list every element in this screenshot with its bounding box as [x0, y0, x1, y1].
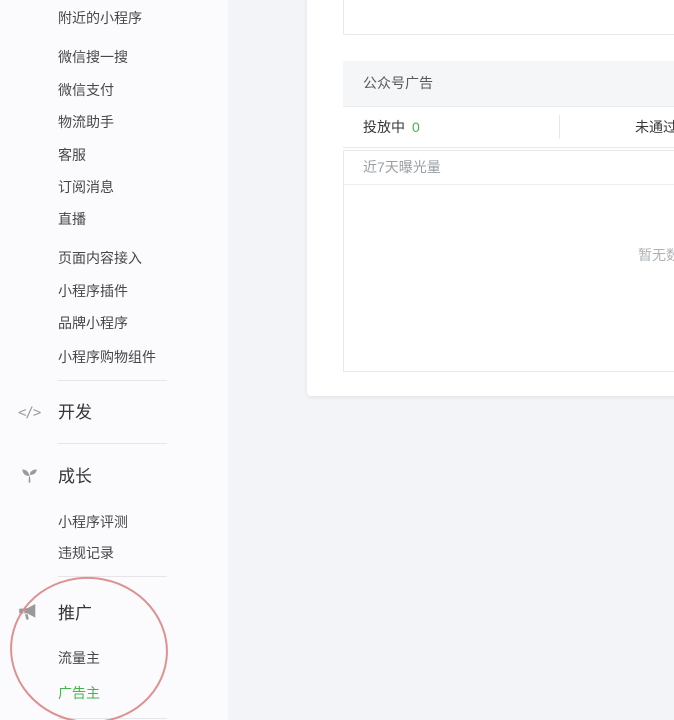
- ads-stats-row: 投放中 0 未通过: [343, 107, 674, 148]
- megaphone-icon: [18, 604, 39, 626]
- stat-not-approved-label: 未通过: [635, 119, 674, 135]
- sidebar-item-brand-mini-program[interactable]: 品牌小程序: [58, 312, 128, 334]
- wechat-mp-admin-screen: 附近的小程序 微信搜一搜 微信支付 物流助手 客服 订阅消息 直播 页面内容接入…: [0, 0, 674, 720]
- sidebar-item-violation-records[interactable]: 违规记录: [58, 542, 114, 564]
- sidebar-item-wechat-search[interactable]: 微信搜一搜: [58, 46, 128, 68]
- panel-header: 公众号广告: [343, 61, 674, 107]
- sidebar-item-page-content-access[interactable]: 页面内容接入: [58, 247, 142, 269]
- sidebar-item-mini-program-plugin[interactable]: 小程序插件: [58, 280, 128, 302]
- stat-divider: [559, 115, 560, 139]
- sidebar-divider: [58, 380, 167, 381]
- chart-empty-text: 暂无数据: [638, 247, 674, 263]
- stat-delivering-label: 投放中: [363, 119, 405, 135]
- sidebar-item-traffic-monetization[interactable]: 流量主: [58, 647, 100, 669]
- sidebar-item-subscribe-message[interactable]: 订阅消息: [58, 176, 114, 198]
- sprout-icon: [20, 467, 39, 490]
- sidebar-item-nearby-mini-programs[interactable]: 附近的小程序: [58, 7, 142, 29]
- sidebar-item-logistics-assistant[interactable]: 物流助手: [58, 111, 114, 133]
- sidebar-item-wechat-pay[interactable]: 微信支付: [58, 79, 114, 101]
- panel-title: 公众号广告: [363, 75, 433, 91]
- sidebar-item-advertiser[interactable]: 广告主: [58, 682, 100, 704]
- sidebar-divider: [58, 443, 167, 444]
- sidebar-item-live[interactable]: 直播: [58, 208, 86, 230]
- sidebar-divider: [58, 576, 167, 577]
- chart-title: 近7天曝光量: [344, 151, 674, 185]
- sidebar-section-promotion[interactable]: 推广: [58, 602, 92, 626]
- stat-not-approved[interactable]: 未通过: [635, 107, 674, 147]
- sidebar-item-evaluation[interactable]: 小程序评测: [58, 511, 128, 533]
- stat-delivering[interactable]: 投放中 0: [363, 107, 420, 147]
- sidebar-section-dev[interactable]: 开发: [58, 401, 92, 425]
- stat-delivering-value: 0: [412, 119, 420, 135]
- exposure-chart-box: 近7天曝光量 暂无数据: [343, 150, 674, 372]
- top-card-cutoff: [343, 0, 674, 35]
- sidebar: 附近的小程序 微信搜一搜 微信支付 物流助手 客服 订阅消息 直播 页面内容接入…: [0, 0, 229, 720]
- sidebar-item-shopping-component[interactable]: 小程序购物组件: [58, 346, 156, 368]
- sidebar-divider: [58, 718, 167, 719]
- code-icon: </>: [18, 405, 41, 421]
- sidebar-item-customer-service[interactable]: 客服: [58, 144, 86, 166]
- sidebar-section-growth[interactable]: 成长: [58, 465, 92, 489]
